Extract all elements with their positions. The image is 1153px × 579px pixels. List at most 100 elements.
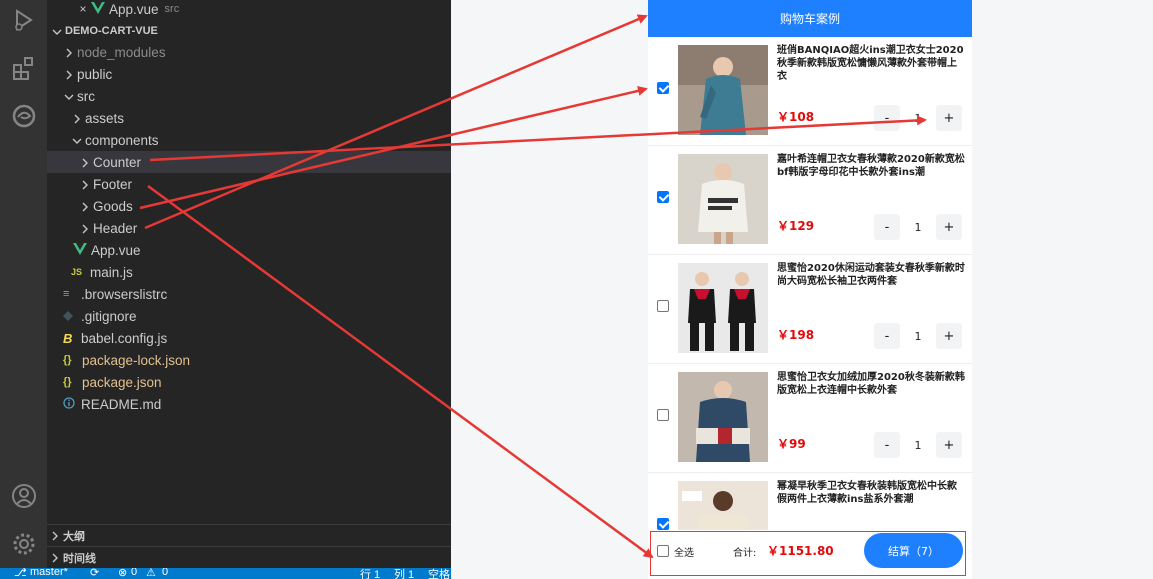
project-root[interactable]: DEMO-CART-VUE — [47, 20, 451, 42]
chevron-right-icon — [77, 221, 93, 235]
total-label: 合计: — [733, 548, 757, 559]
tree-item-label: babel.config.js — [81, 330, 168, 346]
outline-label: 大纲 — [63, 530, 85, 543]
quantity-value[interactable]: 1 — [902, 105, 934, 131]
info-icon — [63, 396, 77, 412]
quantity-value[interactable]: 1 — [902, 214, 934, 240]
goods-title: 幂凝早秋季卫衣女春秋装韩版宽松中长款假两件上衣薄款ins盐系外套潮 — [777, 481, 957, 505]
decrement-button[interactable]: - — [874, 214, 900, 240]
outline-section[interactable]: 大纲 — [47, 524, 451, 546]
chevron-right-icon — [47, 551, 63, 565]
open-editor-app-vue[interactable]: × App.vue src — [47, 0, 451, 20]
tree-item-footer[interactable]: Footer — [47, 173, 451, 195]
goods-price: ￥99 — [777, 437, 806, 451]
tree-item-components[interactable]: components — [47, 129, 451, 151]
chevron-right-icon — [77, 155, 93, 169]
goods-checkbox[interactable] — [657, 518, 669, 530]
warning-count[interactable]: 0 — [162, 568, 168, 578]
cursor-col[interactable]: 列 1 — [394, 568, 414, 579]
total-amount: ￥1151.80 — [767, 544, 834, 558]
tree-item-label: Footer — [93, 176, 133, 192]
js-icon: JS — [71, 267, 83, 277]
warning-icon[interactable]: ⚠ — [146, 568, 156, 579]
account-icon[interactable] — [0, 476, 47, 516]
close-icon[interactable]: × — [75, 2, 91, 16]
settings-gear-icon[interactable] — [0, 524, 47, 564]
decrement-button[interactable]: - — [874, 323, 900, 349]
goods-image — [678, 45, 768, 135]
select-all-checkbox[interactable] — [657, 545, 669, 557]
babel-icon: B — [63, 330, 73, 346]
run-debug-icon[interactable] — [0, 0, 47, 40]
tree-item-babel-config[interactable]: B babel.config.js — [47, 327, 451, 349]
chevron-down-icon — [61, 89, 77, 103]
chevron-right-icon — [47, 529, 63, 543]
tree-item-public[interactable]: public — [47, 63, 451, 85]
select-all-label[interactable]: 全选 — [674, 544, 694, 559]
goods-checkbox[interactable] — [657, 300, 669, 312]
chevron-down-icon — [69, 133, 85, 147]
tree-item-counter[interactable]: Counter — [47, 151, 451, 173]
tree-item-label: .gitignore — [81, 308, 137, 324]
increment-button[interactable]: + — [936, 105, 962, 131]
tree-item-label: src — [77, 88, 95, 104]
project-name: DEMO-CART-VUE — [65, 25, 158, 37]
cursor-line[interactable]: 行 1 — [360, 568, 380, 579]
goods-checkbox[interactable] — [657, 82, 669, 94]
cart-app: 购物车案例 班俏BANQIAO超火ins潮卫衣女士2020秋季新款韩版宽松慵懒风… — [648, 0, 972, 579]
git-branch-icon[interactable]: ⎇ — [14, 568, 27, 579]
edge-icon[interactable] — [0, 96, 47, 136]
decrement-button[interactable]: - — [874, 105, 900, 131]
cart-footer: 全选 合计: ￥1151.80 结算（7） — [648, 530, 972, 575]
increment-button[interactable]: + — [936, 323, 962, 349]
tree-item-app-vue[interactable]: App.vue — [47, 239, 451, 261]
tree-item-label: README.md — [81, 396, 162, 412]
error-count[interactable]: 0 — [131, 568, 137, 578]
goods-item: 嘉叶希连帽卫衣女春秋薄款2020新款宽松bf韩版字母印花中长款外套ins潮 ￥1… — [648, 146, 972, 255]
timeline-label: 时间线 — [63, 552, 96, 565]
decrement-button[interactable]: - — [874, 432, 900, 458]
tree-item-readme[interactable]: README.md — [47, 393, 451, 415]
tree-item-src[interactable]: src — [47, 85, 451, 107]
tree-item-label: Header — [93, 220, 138, 236]
tree-item-goods[interactable]: Goods — [47, 195, 451, 217]
tree-item-label: assets — [85, 110, 125, 126]
checkout-button[interactable]: 结算（7） — [864, 533, 963, 568]
tree-item-header[interactable]: Header — [47, 217, 451, 239]
tree-item-node-modules[interactable]: node_modules — [47, 41, 451, 63]
git-branch[interactable]: master* — [30, 568, 68, 578]
chevron-down-icon — [49, 24, 65, 38]
indent-spaces[interactable]: 空格 — [428, 568, 450, 579]
json-icon: {} — [63, 354, 72, 366]
goods-price: ￥108 — [777, 110, 815, 124]
activity-bar — [0, 0, 47, 579]
tree-item-main-js[interactable]: JS main.js — [47, 261, 451, 283]
tree-item-assets[interactable]: assets — [47, 107, 451, 129]
tree-item-label: App.vue — [91, 242, 141, 258]
explorer-panel: × App.vue src DEMO-CART-VUE node_modules… — [47, 0, 451, 579]
tree-item-package-lock[interactable]: {} package-lock.json — [47, 349, 451, 371]
error-icon[interactable]: ⊗ — [118, 568, 127, 579]
vue-icon — [73, 242, 87, 258]
goods-checkbox[interactable] — [657, 409, 669, 421]
extensions-icon[interactable] — [0, 48, 47, 88]
goods-checkbox[interactable] — [657, 191, 669, 203]
tree-item-label: node_modules — [77, 44, 166, 60]
goods-title: 思蜜怡卫衣女加绒加厚2020秋冬装新款韩版宽松上衣连帽中长款外套 — [777, 372, 965, 396]
timeline-section[interactable]: 时间线 — [47, 546, 451, 568]
chevron-right-icon — [77, 199, 93, 213]
tree-item-label: public — [77, 66, 113, 82]
git-icon — [63, 309, 77, 324]
increment-button[interactable]: + — [936, 214, 962, 240]
tree-item-browserslistrc[interactable]: ≡ .browserslistrc — [47, 283, 451, 305]
quantity-value[interactable]: 1 — [902, 432, 934, 458]
goods-image — [678, 372, 768, 462]
quantity-value[interactable]: 1 — [902, 323, 934, 349]
tree-item-package-json[interactable]: {} package.json — [47, 371, 451, 393]
sync-icon[interactable]: ⟳ — [90, 568, 99, 579]
increment-button[interactable]: + — [936, 432, 962, 458]
goods-image — [678, 263, 768, 353]
app-header-title: 购物车案例 — [779, 12, 840, 26]
tree-item-label: components — [85, 132, 159, 148]
tree-item-gitignore[interactable]: .gitignore — [47, 305, 451, 327]
